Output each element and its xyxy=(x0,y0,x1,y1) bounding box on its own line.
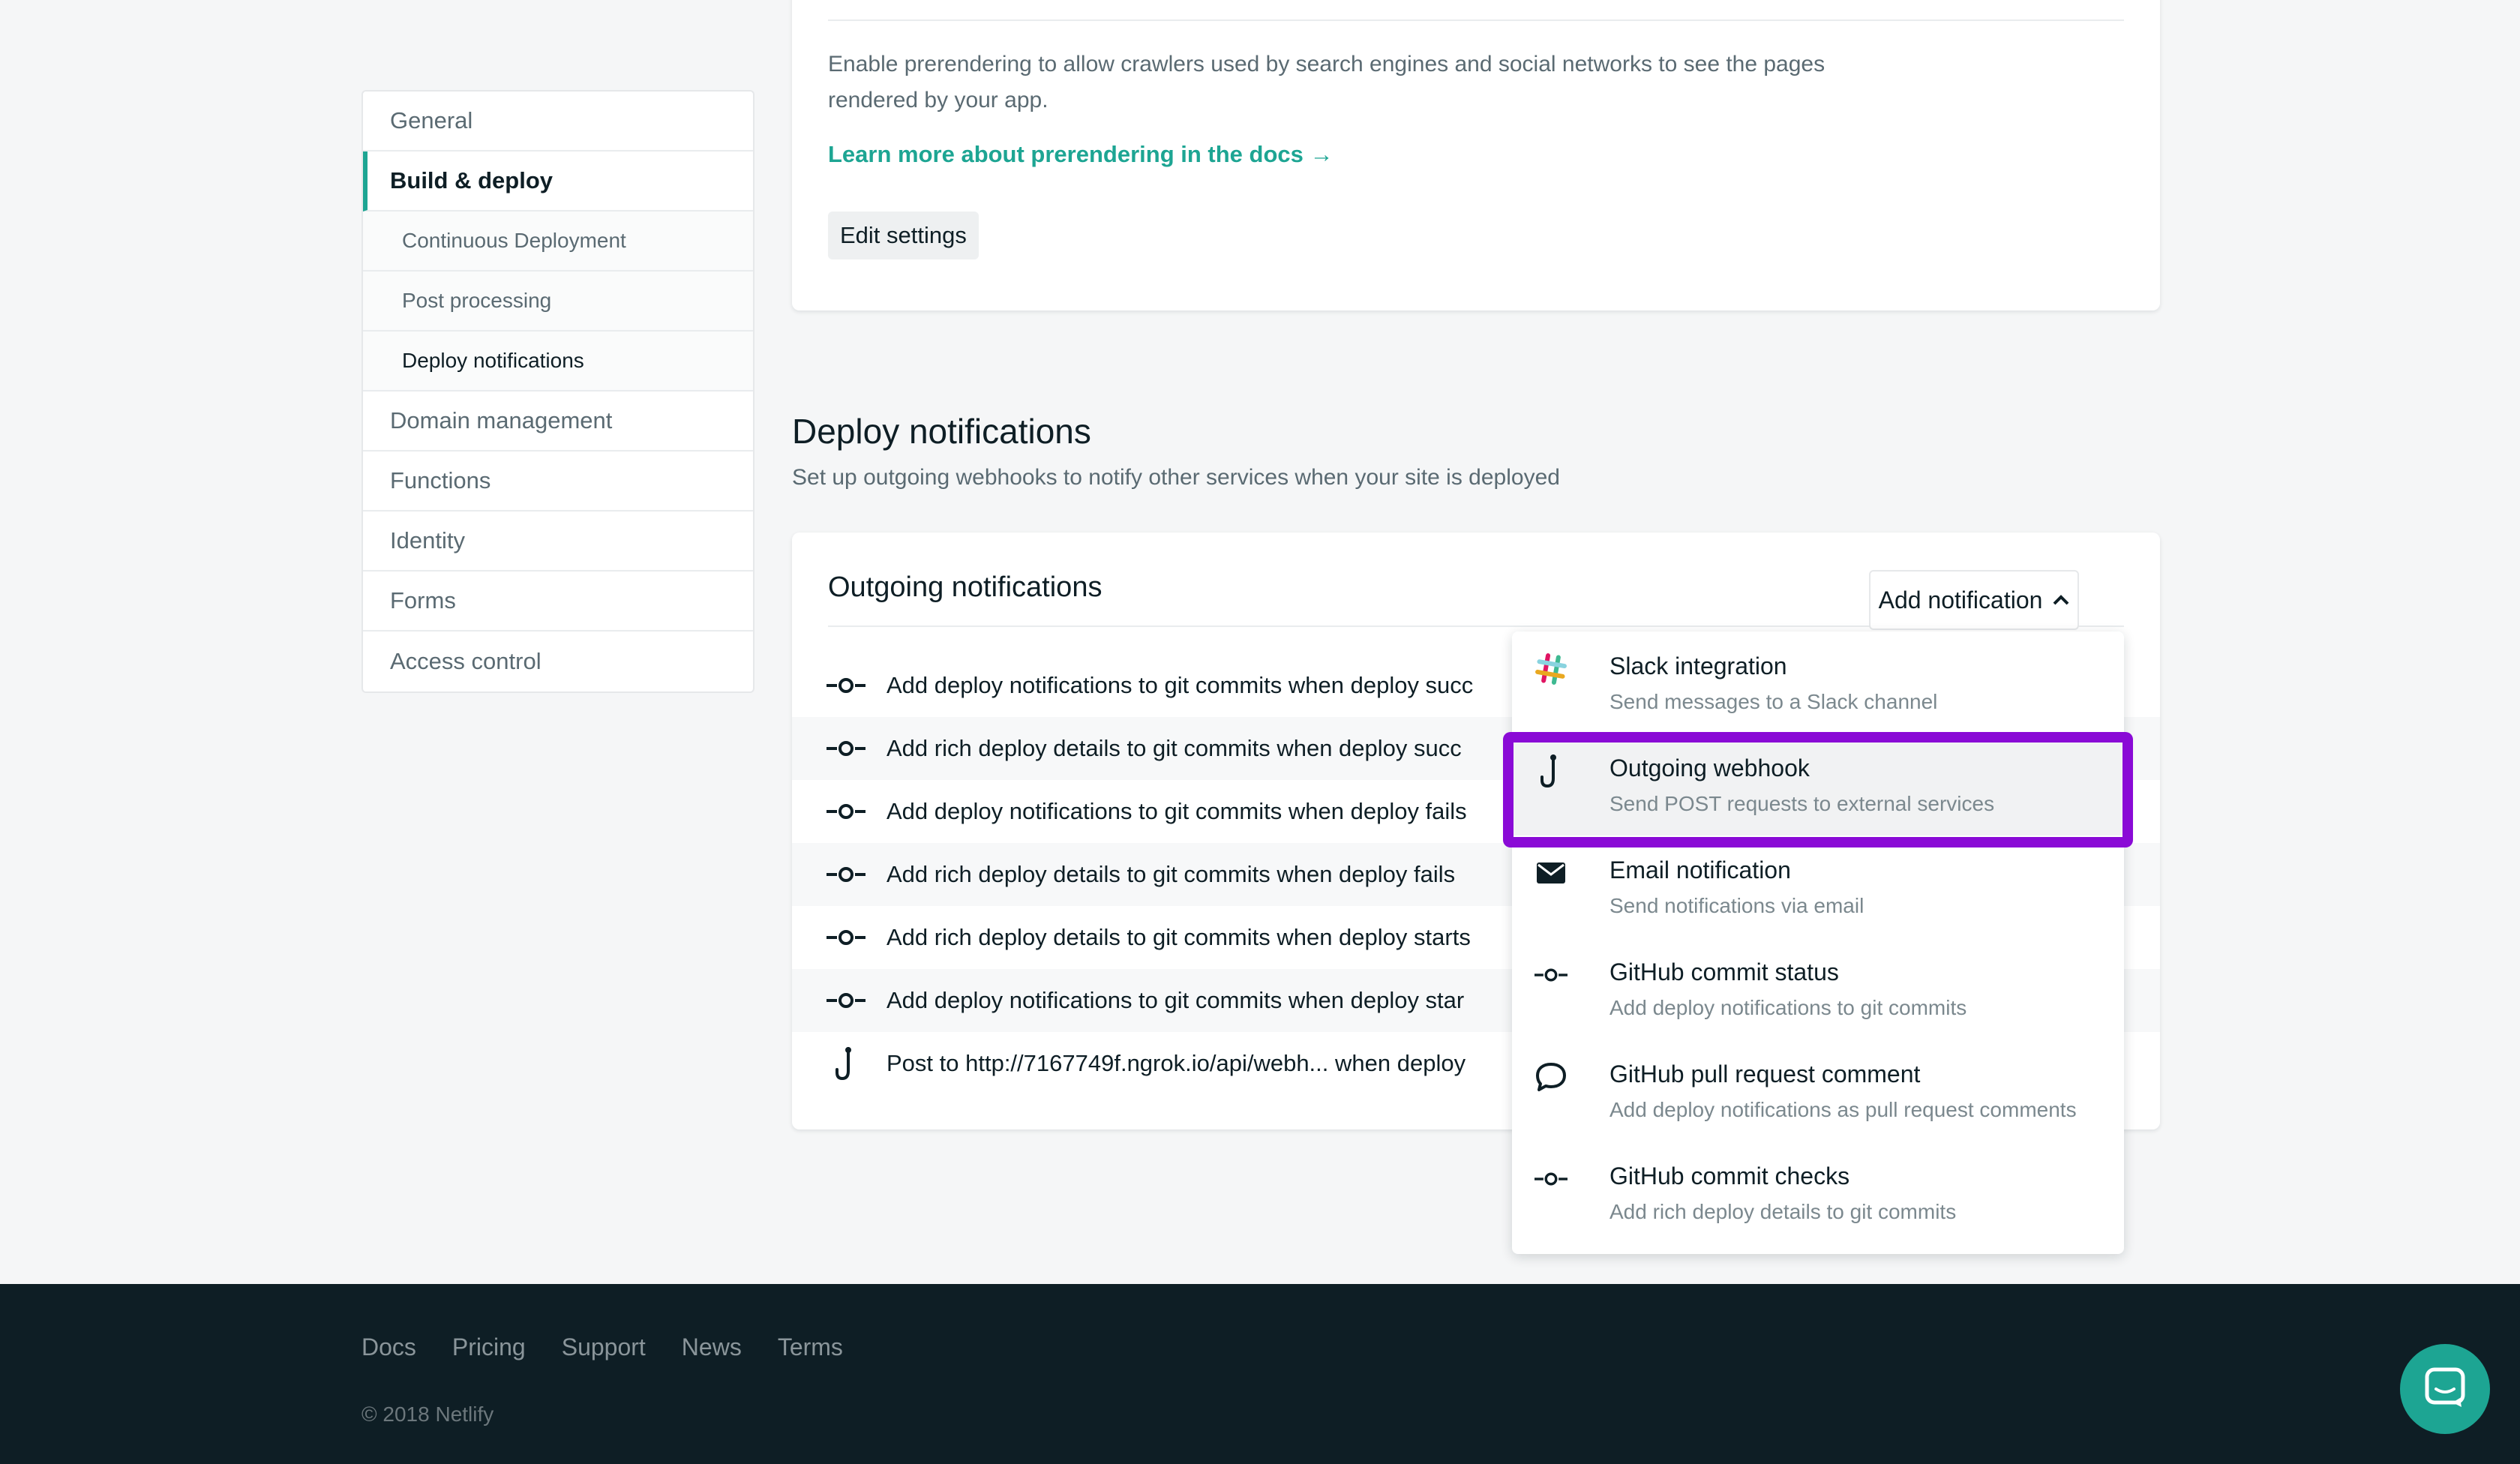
sidebar-item-access-control[interactable]: Access control xyxy=(363,632,753,692)
menu-item-description: Send messages to a Slack channel xyxy=(1610,690,1938,713)
envelope-icon xyxy=(1534,856,1568,890)
comment-icon xyxy=(1534,1060,1568,1094)
prerendering-card: Enable prerendering to allow crawlers us… xyxy=(792,0,2160,310)
git-commit-icon xyxy=(826,986,866,1016)
add-notification-button[interactable]: Add notification xyxy=(1869,570,2079,630)
sidebar-item-label: Functions xyxy=(390,467,491,494)
chevron-up-icon xyxy=(2053,590,2069,610)
footer-link-docs[interactable]: Docs xyxy=(362,1334,416,1361)
sidebar-subitem-deploy-notifications[interactable]: Deploy notifications xyxy=(363,332,753,392)
notification-text: Post to http://7167749f.ngrok.io/api/web… xyxy=(886,1050,1466,1076)
footer-link-news[interactable]: News xyxy=(682,1334,742,1361)
menu-item-title: GitHub commit status xyxy=(1610,958,1839,986)
sidebar-item-identity[interactable]: Identity xyxy=(363,512,753,572)
sidebar-item-label: Access control xyxy=(390,648,542,674)
divider xyxy=(828,20,2124,21)
git-commit-icon xyxy=(826,922,866,952)
sidebar-item-general[interactable]: General xyxy=(363,92,753,152)
footer-link-terms[interactable]: Terms xyxy=(778,1334,843,1361)
sidebar-item-label: Post processing xyxy=(402,289,552,312)
git-commit-icon xyxy=(826,860,866,890)
menu-item-email-notification[interactable]: Email notification Send notifications vi… xyxy=(1512,836,2124,938)
git-commit-icon xyxy=(1534,1162,1568,1196)
menu-item-title: GitHub commit checks xyxy=(1610,1162,1850,1190)
footer-link-pricing[interactable]: Pricing xyxy=(452,1334,526,1361)
settings-sidebar: General Build & deploy Continuous Deploy… xyxy=(362,90,754,693)
edit-settings-button[interactable]: Edit settings xyxy=(828,212,979,260)
git-commit-icon xyxy=(826,734,866,764)
webhook-icon xyxy=(1534,754,1568,788)
menu-item-title: Slack integration xyxy=(1610,652,1787,680)
menu-item-description: Add rich deploy details to git commits xyxy=(1610,1200,1957,1223)
notification-text: Add deploy notifications to git commits … xyxy=(886,672,1474,698)
add-notification-menu: Slack integration Send messages to a Sla… xyxy=(1512,632,2124,1254)
menu-item-title: Email notification xyxy=(1610,856,1791,884)
notification-text: Add rich deploy details to git commits w… xyxy=(886,861,1456,887)
footer-link-support[interactable]: Support xyxy=(562,1334,646,1361)
git-commit-icon xyxy=(826,796,866,826)
sidebar-item-label: Forms xyxy=(390,587,456,614)
section-title: Deploy notifications xyxy=(792,412,1091,451)
add-notification-label: Add notification xyxy=(1878,586,2043,614)
git-commit-icon xyxy=(826,670,866,700)
menu-item-outgoing-webhook[interactable]: Outgoing webhook Send POST requests to e… xyxy=(1512,734,2124,836)
footer-links: Docs Pricing Support News Terms xyxy=(362,1334,843,1361)
sidebar-item-forms[interactable]: Forms xyxy=(363,572,753,632)
slack-icon xyxy=(1534,652,1568,686)
menu-item-github-commit-status[interactable]: GitHub commit status Add deploy notifica… xyxy=(1512,938,2124,1040)
sidebar-item-label: Deploy notifications xyxy=(402,349,584,372)
copyright: © 2018 Netlify xyxy=(362,1402,494,1426)
card-title: Outgoing notifications xyxy=(828,572,1102,603)
sidebar-subitem-continuous-deployment[interactable]: Continuous Deployment xyxy=(363,212,753,272)
chat-icon xyxy=(2422,1365,2468,1414)
notification-text: Add deploy notifications to git commits … xyxy=(886,987,1465,1013)
menu-item-description: Add deploy notifications to git commits xyxy=(1610,996,1967,1019)
section-subtitle: Set up outgoing webhooks to notify other… xyxy=(792,465,1560,490)
notification-text: Add rich deploy details to git commits w… xyxy=(886,924,1471,950)
sidebar-item-label: Domain management xyxy=(390,407,613,434)
sidebar-item-build-deploy[interactable]: Build & deploy xyxy=(363,152,753,212)
git-commit-icon xyxy=(1534,958,1568,992)
sidebar-item-label: Continuous Deployment xyxy=(402,229,626,252)
menu-item-github-commit-checks[interactable]: GitHub commit checks Add rich deploy det… xyxy=(1512,1142,2124,1244)
sidebar-item-label: Build & deploy xyxy=(390,167,553,194)
prerendering-docs-link[interactable]: Learn more about prerendering in the doc… xyxy=(828,141,1334,168)
menu-item-description: Send notifications via email xyxy=(1610,894,1864,917)
chat-launcher-button[interactable] xyxy=(2400,1344,2490,1434)
sidebar-subitem-post-processing[interactable]: Post processing xyxy=(363,272,753,332)
sidebar-item-label: General xyxy=(390,107,473,134)
notification-text: Add deploy notifications to git commits … xyxy=(886,798,1467,824)
sidebar-item-domain-management[interactable]: Domain management xyxy=(363,392,753,452)
menu-item-title: GitHub pull request comment xyxy=(1610,1060,1921,1088)
menu-item-title: Outgoing webhook xyxy=(1610,754,1810,782)
prerendering-description: Enable prerendering to allow crawlers us… xyxy=(828,52,1826,112)
menu-item-description: Send POST requests to external services xyxy=(1610,792,1995,815)
notification-text: Add rich deploy details to git commits w… xyxy=(886,735,1462,761)
sidebar-item-label: Identity xyxy=(390,527,465,554)
site-footer: Docs Pricing Support News Terms © 2018 N… xyxy=(0,1284,2520,1464)
menu-item-description: Add deploy notifications as pull request… xyxy=(1610,1098,2077,1121)
sidebar-item-functions[interactable]: Functions xyxy=(363,452,753,512)
menu-item-slack-integration[interactable]: Slack integration Send messages to a Sla… xyxy=(1512,632,2124,734)
webhook-icon xyxy=(826,1047,866,1081)
menu-item-github-pr-comment[interactable]: GitHub pull request comment Add deploy n… xyxy=(1512,1040,2124,1142)
